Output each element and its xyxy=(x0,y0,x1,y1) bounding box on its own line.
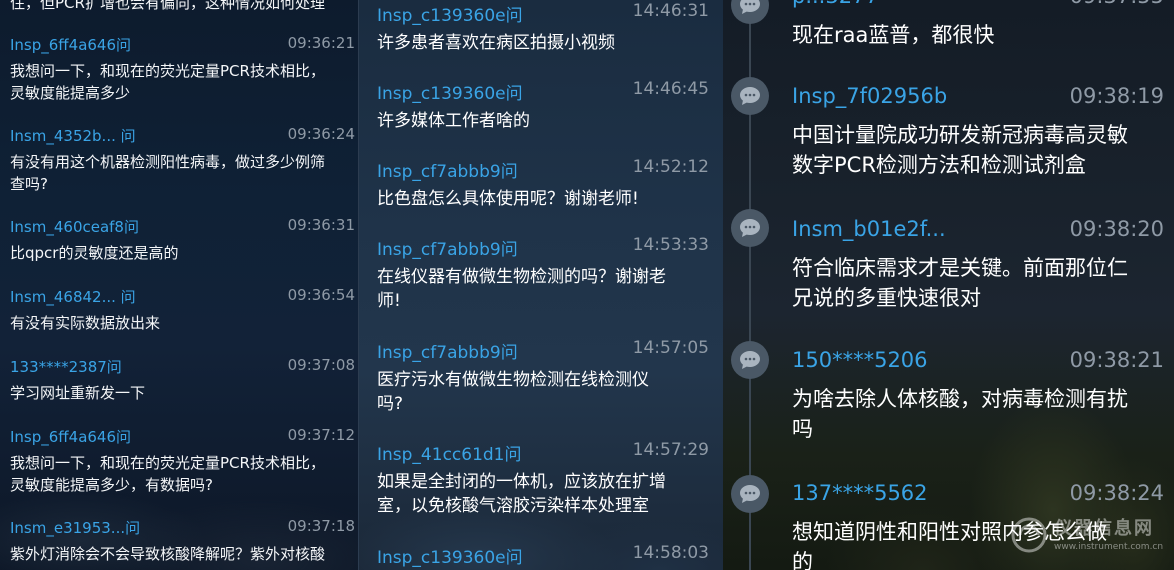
username[interactable]: Insp_6ff4a646问 xyxy=(10,36,131,54)
chat-message: Insp_c139360e问 14:46:31 许多患者喜欢在病区拍摄小视频 xyxy=(377,1,709,55)
username[interactable]: Insp_c139360e问 xyxy=(377,6,523,26)
chat-bubble-icon xyxy=(731,77,769,115)
chat-bubble-icon xyxy=(731,209,769,247)
chat-message: Insp_c139360e问 14:46:45 许多媒体工作者啥的 xyxy=(377,79,709,133)
chat-message: Insp_6ff4a646问 09:37:12 我想问一下，和现在的荧光定量PCR… xyxy=(10,426,355,496)
timestamp: 14:58:03 xyxy=(632,543,709,563)
timestamp: 09:38:20 xyxy=(1069,217,1164,241)
timestamp: 09:36:54 xyxy=(287,286,355,304)
chat-message: 133****2387问 09:37:08 学习网址重新发一下 xyxy=(10,356,355,404)
chat-message: Insp_41cc61d1问 14:57:29 如果是全封闭的一体机，应该放在扩增… xyxy=(377,440,709,518)
timestamp: 09:37:08 xyxy=(287,356,355,374)
timestamp: 09:37:12 xyxy=(287,426,355,444)
site-watermark: 仪器信息网 www.instrument.com.cn xyxy=(1010,512,1164,562)
watermark-title: 仪器信息网 xyxy=(1054,518,1154,539)
username[interactable]: Insm_460ceaf8问 xyxy=(10,218,139,236)
chat-message: Insm_46842... 问 09:36:54 有没有实际数据放出来 xyxy=(10,286,355,334)
watermark-url: www.instrument.com.cn xyxy=(1054,542,1164,552)
chat-message: Insm_460ceaf8问 09:36:31 比qpcr的灵敏度还是高的 xyxy=(10,216,355,264)
message-text: 符合临床需求才是关键。前面那位仁 兄说的多重快速很对 xyxy=(792,256,1128,310)
chat-message: Insm_4352b... 问 09:36:24 有没有用这个机器检测阳性病毒，做… xyxy=(10,125,355,195)
chat-message: Insp_c139360e问 14:58:03 xyxy=(377,543,709,568)
right-timeline-panel: p...3277 09:37:55 现在raa蓝普，都很快 Insp_7f0295… xyxy=(723,0,1174,570)
chat-message: Insp_cf7abbb9问 14:52:12 比色盘怎么具体使用呢？谢谢老师! xyxy=(377,157,709,211)
message-text: 为啥去除人体核酸，对病毒检测有扰吗 xyxy=(792,387,1128,441)
timeline-message: Insm_b01e2f... 09:38:20 符合临床需求才是关键。前面那位仁兄… xyxy=(792,217,1164,313)
username[interactable]: 137****5562 xyxy=(792,481,928,505)
chat-message: Insp_6ff4a646问 09:36:21 我想问一下，和现在的荧光定量PCR… xyxy=(10,34,355,104)
username[interactable]: p...3277 xyxy=(792,0,879,8)
username[interactable]: 133****2387问 xyxy=(10,358,122,376)
username[interactable]: Insp_c139360e问 xyxy=(377,84,523,104)
message-text: 在线仪器有做微生物检测的吗？谢谢老 师! xyxy=(377,267,666,311)
chat-bubble-icon xyxy=(731,0,769,24)
message-text: 我想问一下，和现在的荧光定量PCR技术相比， 灵敏度能提高多少 xyxy=(10,62,325,102)
timestamp: 09:36:21 xyxy=(287,34,355,52)
timestamp: 09:38:21 xyxy=(1069,348,1164,372)
message-text: 医疗污水有做微生物检测在线检测仪 吗? xyxy=(377,370,649,414)
chat-bubble-icon xyxy=(731,475,769,513)
message-text: 比色盘怎么具体使用呢？谢谢老师! xyxy=(377,189,639,209)
left-chat-panel: 住，但PCR扩增也会有偏向，这种情况如何处理 Insp_6ff4a646问 09:… xyxy=(0,0,358,570)
username[interactable]: Insp_c139360e问 xyxy=(377,548,523,568)
username[interactable]: Insp_6ff4a646问 xyxy=(10,428,131,446)
message-text: 学习网址重新发一下 xyxy=(10,384,146,402)
chat-message: Insm_e31953...问 09:37:18 紫外灯消除会不会导致核酸降解呢？… xyxy=(10,517,355,565)
message-text: 许多媒体工作者啥的 xyxy=(377,111,530,131)
chat-bubble-icon xyxy=(731,341,769,379)
middle-chat-panel: Insp_c139360e问 14:46:31 许多患者喜欢在病区拍摄小视频 In… xyxy=(358,0,723,570)
timestamp: 14:52:12 xyxy=(632,157,709,177)
username[interactable]: Insp_cf7abbb9问 xyxy=(377,162,518,182)
timestamp: 14:53:33 xyxy=(632,235,709,255)
username[interactable]: Insp_41cc61d1问 xyxy=(377,445,522,465)
message-text: 住，但PCR扩增也会有偏向，这种情况如何处理 xyxy=(10,0,325,12)
message-text: 紫外灯消除会不会导致核酸降解呢？紫外对核酸 xyxy=(10,545,326,563)
timestamp: 14:46:45 xyxy=(632,79,709,99)
timestamp: 09:38:19 xyxy=(1069,84,1164,108)
username[interactable]: Insp_cf7abbb9问 xyxy=(377,343,518,363)
timestamp: 09:37:18 xyxy=(287,517,355,535)
message-text: 如果是全封闭的一体机，应该放在扩增 室，以免核酸气溶胶污染样本处理室 xyxy=(377,472,666,516)
timestamp: 14:57:29 xyxy=(632,440,709,460)
timeline-message: p...3277 09:37:55 现在raa蓝普，都很快 xyxy=(792,0,1164,50)
message-text: 现在raa蓝普，都很快 xyxy=(792,23,995,47)
timeline-message: 150****5206 09:38:21 为啥去除人体核酸，对病毒检测有扰吗 xyxy=(792,348,1164,444)
timestamp: 14:46:31 xyxy=(632,1,709,21)
username[interactable]: Insp_7f02956b xyxy=(792,84,947,108)
logo-icon xyxy=(1011,517,1047,553)
message-text: 比qpcr的灵敏度还是高的 xyxy=(10,244,179,262)
username[interactable]: 150****5206 xyxy=(792,348,928,372)
message-text: 许多患者喜欢在病区拍摄小视频 xyxy=(377,33,615,53)
timestamp: 14:57:05 xyxy=(632,338,709,358)
username[interactable]: Insm_e31953...问 xyxy=(10,519,140,537)
message-text: 中国计量院成功研发新冠病毒高灵敏 数字PCR检测方法和检测试剂盒 xyxy=(792,123,1128,177)
timestamp: 09:36:24 xyxy=(287,125,355,143)
username[interactable]: Insm_b01e2f... xyxy=(792,217,946,241)
timestamp: 09:37:55 xyxy=(1070,0,1164,8)
chat-message: Insp_cf7abbb9问 14:57:05 医疗污水有做微生物检测在线检测仪吗… xyxy=(377,338,709,416)
cut-off-message: 住，但PCR扩增也会有偏向，这种情况如何处理 xyxy=(10,0,355,14)
timestamp: 09:38:24 xyxy=(1069,481,1164,505)
timeline-message: Insp_7f02956b 09:38:19 中国计量院成功研发新冠病毒高灵敏 数字… xyxy=(792,84,1164,180)
message-text: 有没有用这个机器检测阳性病毒，做过多少例筛 查吗? xyxy=(10,153,326,193)
username[interactable]: Insm_4352b... 问 xyxy=(10,127,136,145)
username[interactable]: Insm_46842... 问 xyxy=(10,288,136,306)
chat-message: Insp_cf7abbb9问 14:53:33 在线仪器有做微生物检测的吗？谢谢老… xyxy=(377,235,709,313)
message-text: 有没有实际数据放出来 xyxy=(10,314,161,332)
username[interactable]: Insp_cf7abbb9问 xyxy=(377,240,518,260)
message-text: 我想问一下，和现在的荧光定量PCR技术相比， 灵敏度能提高多少，有数据吗? xyxy=(10,454,325,494)
timestamp: 09:36:31 xyxy=(287,216,355,234)
